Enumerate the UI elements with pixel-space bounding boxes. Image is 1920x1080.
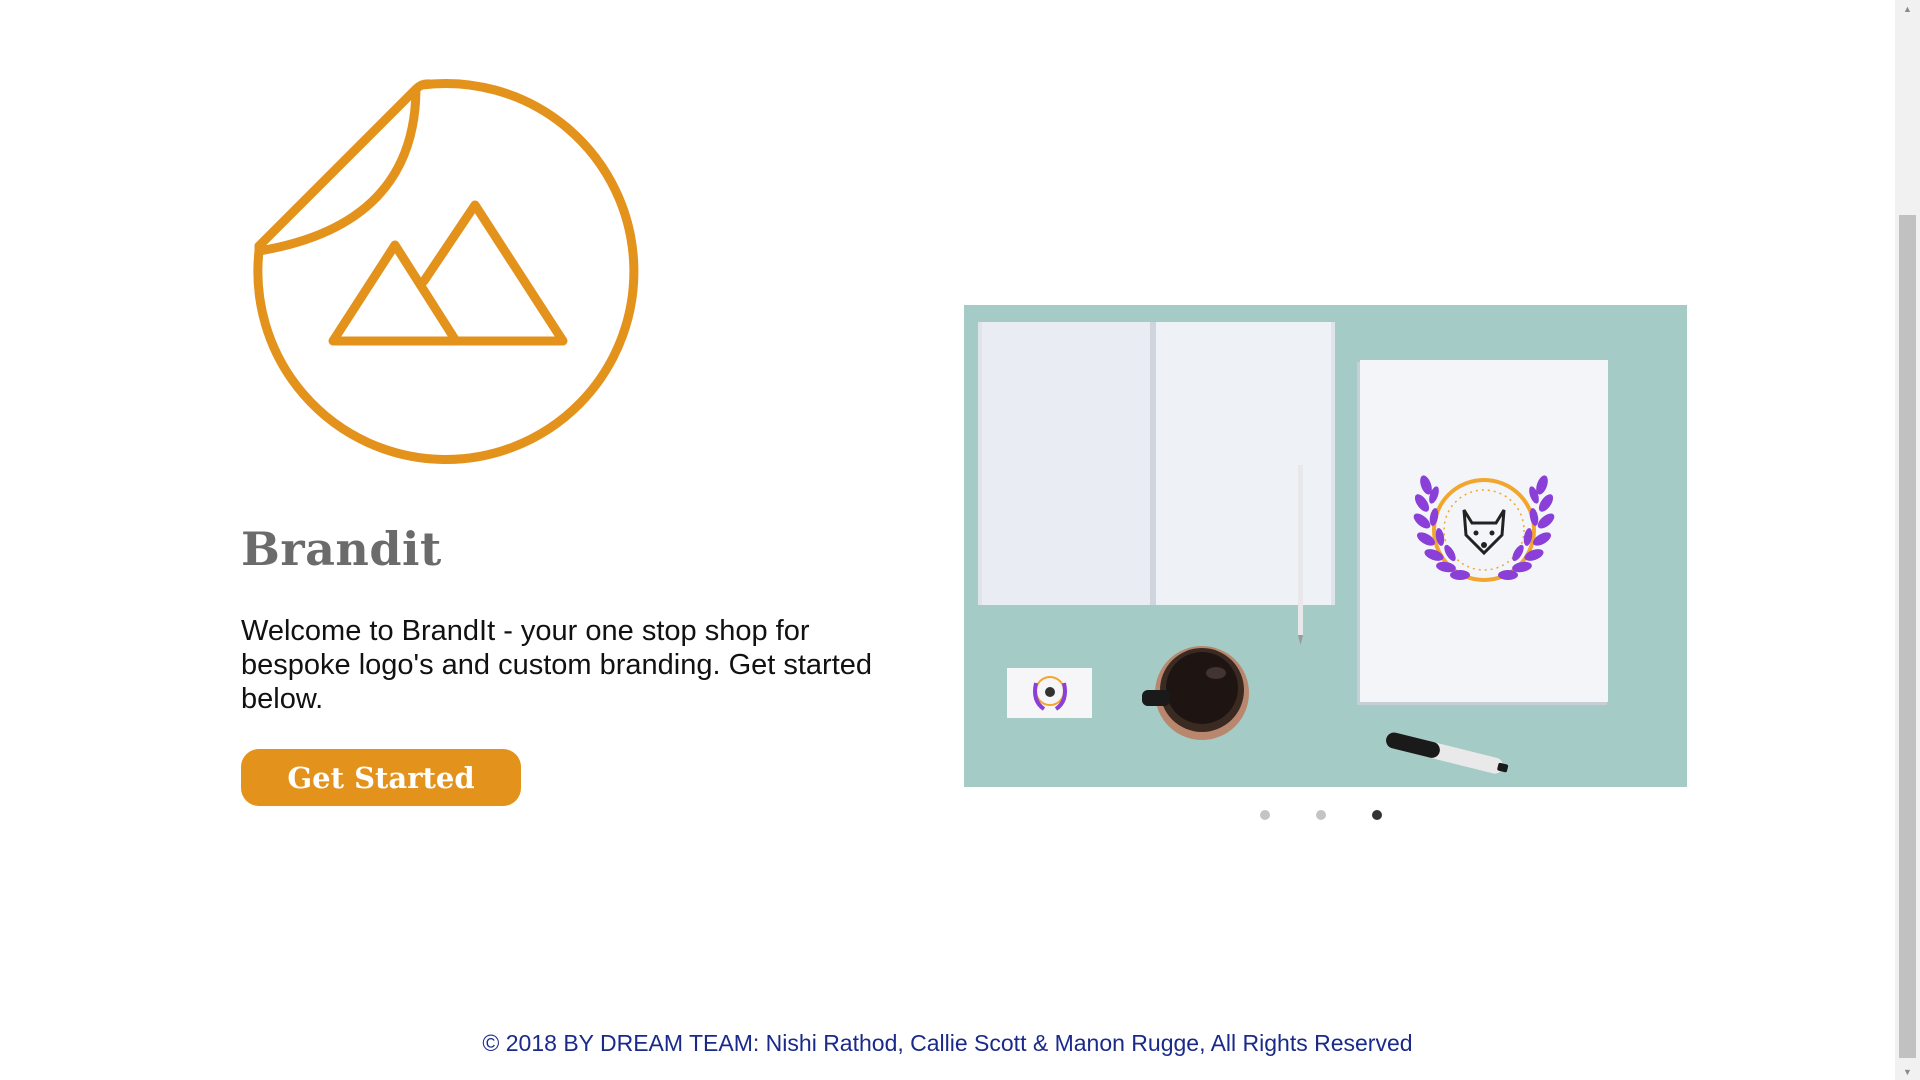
brand-title: Brandit [241,522,442,576]
scroll-down-icon[interactable]: ▼ [1895,1063,1920,1080]
welcome-text: Welcome to BrandIt - your one stop shop … [241,615,873,715]
stationery-mockup-image [964,305,1687,787]
carousel-dot-1[interactable] [1260,810,1270,820]
get-started-button[interactable]: Get Started [241,749,521,806]
sticker-mountain-icon [250,75,645,470]
carousel-dot-3-active[interactable] [1372,810,1382,820]
page: Brandit Welcome to BrandIt - your one st… [0,0,1895,1080]
scroll-up-icon[interactable]: ▲ [1895,0,1920,17]
carousel-indicators [1260,810,1400,822]
carousel-slide[interactable] [964,305,1687,787]
scroll-thumb[interactable] [1899,215,1916,1058]
footer-copyright: © 2018 BY DREAM TEAM: Nishi Rathod, Call… [482,1030,1413,1056]
carousel-dot-2[interactable] [1316,810,1326,820]
vertical-scrollbar[interactable]: ▲ ▼ [1895,0,1920,1080]
